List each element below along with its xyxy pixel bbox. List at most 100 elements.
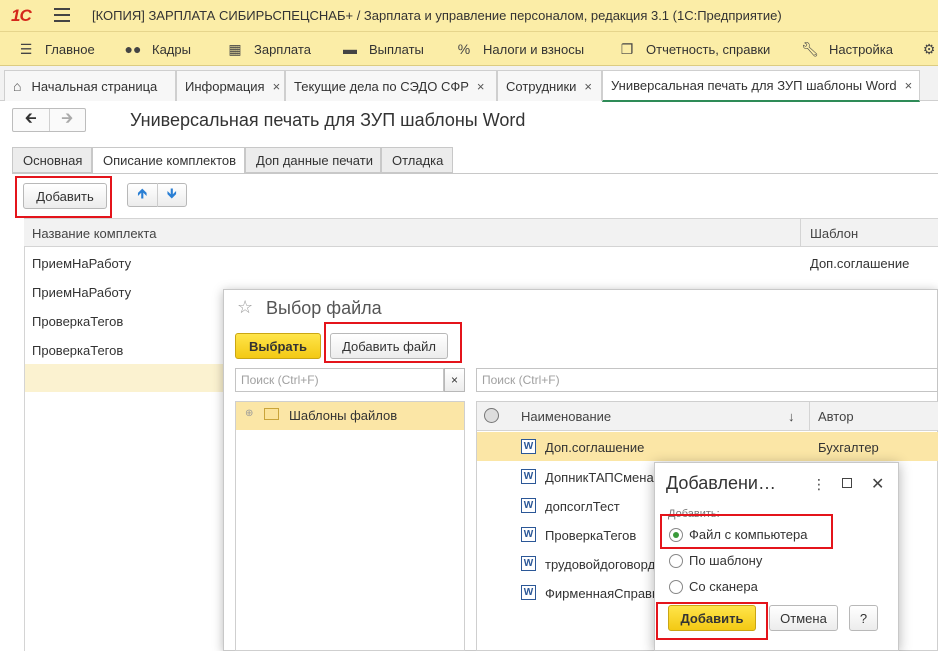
tab-label: Начальная страница <box>31 78 158 94</box>
form-tab-main[interactable]: Основная <box>12 147 92 173</box>
hamburger-icon[interactable] <box>54 8 70 22</box>
tab-sedo[interactable]: Текущие дела по СЭДО СФР × <box>285 70 497 101</box>
column-divider <box>809 402 810 431</box>
form-tab-print-data[interactable]: Доп данные печати <box>245 147 381 173</box>
form-tab-kits[interactable]: Описание комплектов <box>92 147 245 174</box>
table-header: Наименование ↓ Автор <box>477 402 938 431</box>
radio-from-computer[interactable] <box>669 528 683 542</box>
menu-label: Выплаты <box>369 41 424 57</box>
dialog-title: Выбор файла <box>266 298 382 318</box>
file-name[interactable]: Доп.соглашение <box>545 440 644 455</box>
radio-from-scanner[interactable] <box>669 580 683 594</box>
help-button[interactable]: ? <box>849 605 878 631</box>
menu-salary[interactable]: ▦ Зарплата <box>226 41 311 57</box>
maximize-icon[interactable] <box>842 478 852 488</box>
form-title: Универсальная печать для ЗУП шаблоны Wor… <box>130 110 526 130</box>
menu-reports[interactable]: ❐ Отчетность, справки <box>618 40 771 57</box>
tab-info[interactable]: Информация × <box>176 70 285 101</box>
tab-label: Сотрудники <box>506 78 577 94</box>
add-confirm-button[interactable]: Добавить <box>668 605 756 631</box>
column-header[interactable]: Автор <box>818 409 854 424</box>
report-icon: ❐ <box>620 40 634 57</box>
column-header[interactable]: Шаблон <box>810 226 858 241</box>
menu-payments[interactable]: ▬ Выплаты <box>341 41 424 57</box>
menu-more[interactable]: ⚙ <box>920 41 938 57</box>
menu-label: Главное <box>45 41 95 57</box>
close-icon[interactable]: × <box>905 78 913 93</box>
file-name[interactable]: ФирменнаяСправк <box>545 586 655 601</box>
menu-taxes[interactable]: % Налоги и взносы <box>455 41 584 57</box>
tab-employees[interactable]: Сотрудники × <box>497 70 602 101</box>
dialog-title: Добавлени… <box>666 473 776 493</box>
clear-search-button[interactable]: × <box>444 368 465 392</box>
add-kit-button[interactable]: Добавить <box>23 183 107 209</box>
menu-personnel[interactable]: ●● Кадры <box>124 41 191 57</box>
cancel-button[interactable]: Отмена <box>769 605 838 631</box>
table-cell[interactable]: Доп.соглашение <box>810 256 909 271</box>
tab-home[interactable]: ⌂ Начальная страница <box>4 70 176 101</box>
table-cell[interactable]: ПриемНаРаботу <box>32 256 131 271</box>
wallet-icon: ▬ <box>343 41 357 57</box>
arrow-up-icon[interactable]: 🡹︎ <box>128 183 157 207</box>
radio-label[interactable]: Файл с компьютера <box>689 527 807 542</box>
file-name[interactable]: допсоглТест <box>545 499 620 514</box>
settings-circle-icon[interactable] <box>484 408 499 423</box>
arrow-down-icon[interactable]: 🡻︎ <box>156 183 187 207</box>
add-file-button[interactable]: Добавить файл <box>330 333 448 359</box>
menu-label: Налоги и взносы <box>483 41 585 57</box>
file-name[interactable]: ПроверкаТегов <box>545 528 636 543</box>
close-icon[interactable]: × <box>477 79 485 94</box>
tab-label: Универсальная печать для ЗУП шаблоны Wor… <box>611 78 897 93</box>
wrench-icon: 🔧︎ <box>801 40 819 57</box>
menu-settings[interactable]: 🔧︎ Настройка <box>801 41 893 57</box>
gear-icon: ⚙ <box>922 40 936 57</box>
tab-universal-print[interactable]: Универсальная печать для ЗУП шаблоны Wor… <box>602 70 920 102</box>
file-name[interactable]: трудовойдоговорд <box>545 557 655 572</box>
tab-label: Информация <box>185 78 265 94</box>
menu-label: Настройка <box>829 41 893 57</box>
calculator-icon: ▦ <box>228 40 242 57</box>
menu-label: Кадры <box>152 41 191 57</box>
history-nav: 🡰︎ 🡲︎ <box>12 108 86 132</box>
table-cell[interactable]: ПроверкаТегов <box>32 343 123 358</box>
word-file-icon: W <box>521 556 536 571</box>
folder-icon <box>264 408 279 420</box>
list-search-input[interactable]: Поиск (Ctrl+F) <box>476 368 938 392</box>
column-header[interactable]: Наименование <box>521 409 611 424</box>
move-buttons: 🡹︎ 🡻︎ <box>127 183 187 207</box>
forward-arrow-icon[interactable]: 🡲︎ <box>48 109 86 131</box>
people-icon: ●● <box>124 41 142 57</box>
table-cell[interactable]: ПриемНаРаботу <box>32 285 131 300</box>
app-logo: 1С <box>11 6 32 25</box>
folder-tree <box>235 401 465 651</box>
expand-icon[interactable]: ⊕ <box>245 408 253 419</box>
word-file-icon: W <box>521 439 536 454</box>
star-icon[interactable]: ☆ <box>237 297 253 318</box>
column-header[interactable]: Название комплекта <box>32 226 156 241</box>
radio-by-template[interactable] <box>669 554 683 568</box>
radio-label[interactable]: Со сканера <box>689 579 758 594</box>
close-icon[interactable]: ✕ <box>871 474 884 494</box>
file-name[interactable]: ДопникТАПСмена <box>545 470 655 485</box>
word-file-icon: W <box>521 527 536 542</box>
close-icon[interactable]: × <box>584 79 592 94</box>
close-icon[interactable]: × <box>273 79 281 94</box>
menu-label: Отчетность, справки <box>646 41 771 57</box>
tree-search-input[interactable]: Поиск (Ctrl+F) <box>235 368 444 392</box>
form-tab-debug[interactable]: Отладка <box>381 147 453 173</box>
menu-main[interactable]: ☰ Главное <box>17 41 95 57</box>
tab-label: Текущие дела по СЭДО СФР <box>294 78 469 94</box>
file-author[interactable]: Бухгалтер <box>818 440 879 455</box>
app-title: [КОПИЯ] ЗАРПЛАТА СИБИРЬСПЕЦСНАБ+ / Зарпл… <box>92 8 782 23</box>
percent-icon: % <box>457 41 471 57</box>
tab-divider <box>12 173 938 174</box>
table-cell[interactable]: ПроверкаТегов <box>32 314 123 329</box>
home-icon: ⌂ <box>13 78 22 94</box>
sort-arrow-icon[interactable]: ↓ <box>788 409 795 424</box>
select-button[interactable]: Выбрать <box>235 333 321 359</box>
radio-label[interactable]: По шаблону <box>689 553 762 568</box>
more-icon[interactable]: ⋮ <box>812 476 826 493</box>
tree-item-label: Шаблоны файлов <box>289 408 398 423</box>
word-file-icon: W <box>521 585 536 600</box>
back-arrow-icon[interactable]: 🡰︎ <box>13 109 49 131</box>
